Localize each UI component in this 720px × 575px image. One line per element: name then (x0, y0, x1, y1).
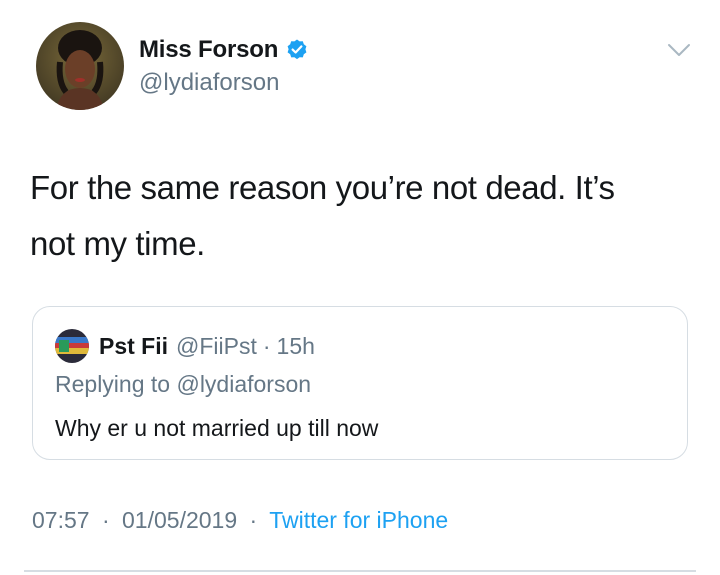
divider (24, 570, 696, 572)
tweet-text: For the same reason you’re not dead. It’… (30, 160, 700, 272)
tweet-card: Miss Forson @lydiaforson For the same re… (0, 0, 720, 575)
tweet-time[interactable]: 07:57 (32, 507, 90, 533)
quoted-author-handle[interactable]: @FiiPst (176, 333, 257, 360)
tweet-source-link[interactable]: Twitter for iPhone (269, 507, 448, 533)
author-avatar[interactable] (36, 22, 124, 110)
author-name-row: Miss Forson (139, 34, 309, 66)
quoted-tweet-text: Why er u not married up till now (55, 415, 379, 441)
quoted-author-avatar[interactable] (55, 329, 89, 363)
avatar-photo (36, 22, 124, 110)
author-handle[interactable]: @lydiaforson (139, 69, 309, 97)
tweet-meta: 07:57 · 01/05/2019 · Twitter for iPhone (32, 507, 448, 534)
separator-dot: · (262, 332, 271, 359)
author-block: Miss Forson @lydiaforson (139, 34, 309, 97)
quoted-tweet[interactable]: Pst Fii @FiiPst · 15h Replying to @lydia… (32, 306, 688, 460)
replying-to-handle[interactable]: @lydiaforson (176, 371, 311, 397)
quoted-timestamp[interactable]: 15h (277, 333, 315, 360)
separator-dot: · (101, 507, 110, 533)
tweet-text-line: not my time. (30, 225, 205, 262)
replying-to-prefix: Replying to (55, 371, 171, 397)
quoted-author-name[interactable]: Pst Fii (99, 333, 168, 360)
verified-badge-icon (285, 38, 309, 62)
avatar-photo (55, 329, 89, 363)
tweet-date[interactable]: 01/05/2019 (122, 507, 237, 533)
chevron-down-icon[interactable] (666, 42, 692, 58)
quoted-tweet-header: Pst Fii @FiiPst · 15h (55, 329, 315, 363)
replying-to: Replying to @lydiaforson (55, 371, 311, 398)
author-display-name[interactable]: Miss Forson (139, 36, 278, 64)
tweet-text-line: For the same reason you’re not dead. It’… (30, 169, 615, 206)
separator-dot: · (249, 507, 258, 533)
